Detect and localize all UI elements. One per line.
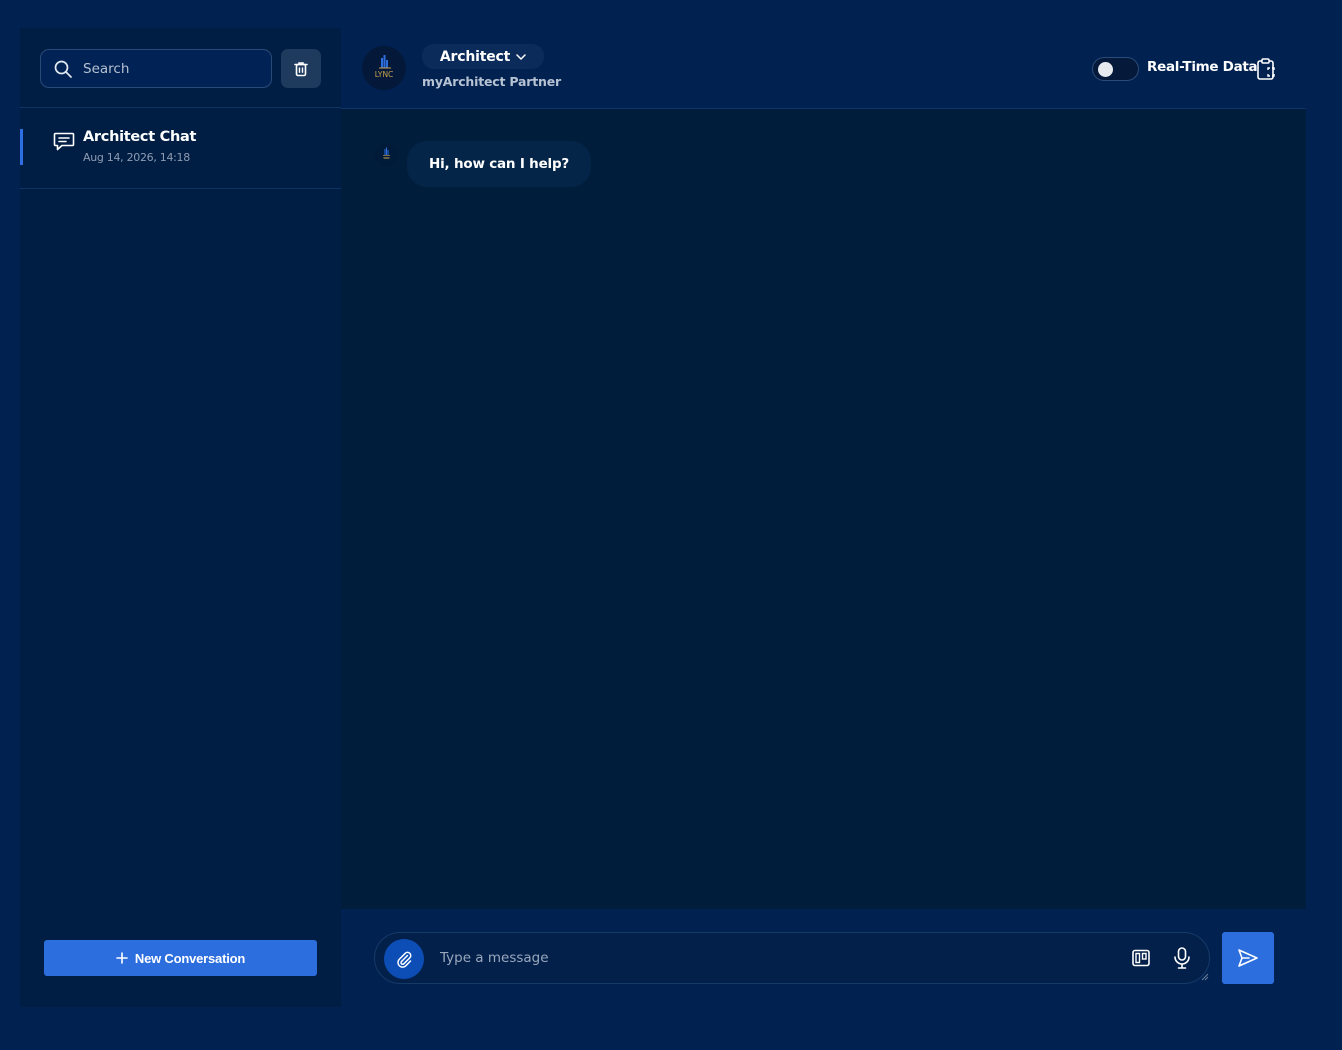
new-conversation-button[interactable]: New Conversation [44, 940, 317, 976]
plus-icon [116, 952, 128, 964]
assistant-message: Hi, how can I help? [407, 141, 592, 187]
sidebar-search-row [20, 28, 341, 108]
send-icon [1238, 949, 1258, 967]
message-input[interactable] [438, 947, 1038, 969]
logo-text: LYNC [375, 70, 394, 79]
agent-avatar: LYNC [362, 46, 406, 90]
message-composer [374, 932, 1210, 984]
realtime-data-toggle[interactable] [1092, 57, 1139, 81]
delete-conversations-button[interactable] [281, 49, 321, 88]
conversation-title: Architect Chat [83, 129, 197, 145]
send-button[interactable] [1222, 932, 1274, 984]
search-box[interactable] [40, 49, 272, 88]
agent-subtitle: myArchitect Partner [422, 74, 561, 89]
assistant-avatar [374, 143, 398, 167]
trash-icon [294, 61, 308, 76]
new-conversation-label: New Conversation [134, 950, 246, 966]
chat-header: LYNC Architect myArchitect Partner Real-… [341, 28, 1306, 109]
clipboard-icon[interactable] [1255, 57, 1277, 81]
conversation-sidebar: Architect Chat Aug 14, 2026, 14:18 New C… [20, 28, 341, 1007]
agent-name: Architect [439, 48, 511, 65]
attach-button[interactable] [384, 939, 424, 979]
conversation-date: Aug 14, 2026, 14:18 [83, 151, 190, 164]
paperclip-icon [397, 951, 412, 968]
resize-grip-icon[interactable] [1201, 973, 1209, 981]
realtime-data-label: Real-Time Data [1147, 59, 1258, 75]
conversation-item[interactable]: Architect Chat Aug 14, 2026, 14:18 [20, 109, 341, 189]
message-list: Hi, how can I help? [341, 109, 1306, 909]
agent-selector[interactable]: Architect [422, 44, 544, 69]
lync-logo-icon: LYNC [375, 55, 394, 79]
lync-logo-icon [383, 147, 390, 159]
toggle-knob [1098, 62, 1113, 77]
search-input[interactable] [81, 59, 251, 78]
search-icon [54, 60, 72, 78]
chat-bubble-icon [53, 132, 75, 151]
kanban-icon[interactable] [1131, 948, 1151, 968]
microphone-icon[interactable] [1171, 946, 1193, 970]
active-conversation-indicator [20, 129, 23, 165]
chevron-down-icon [516, 53, 526, 60]
